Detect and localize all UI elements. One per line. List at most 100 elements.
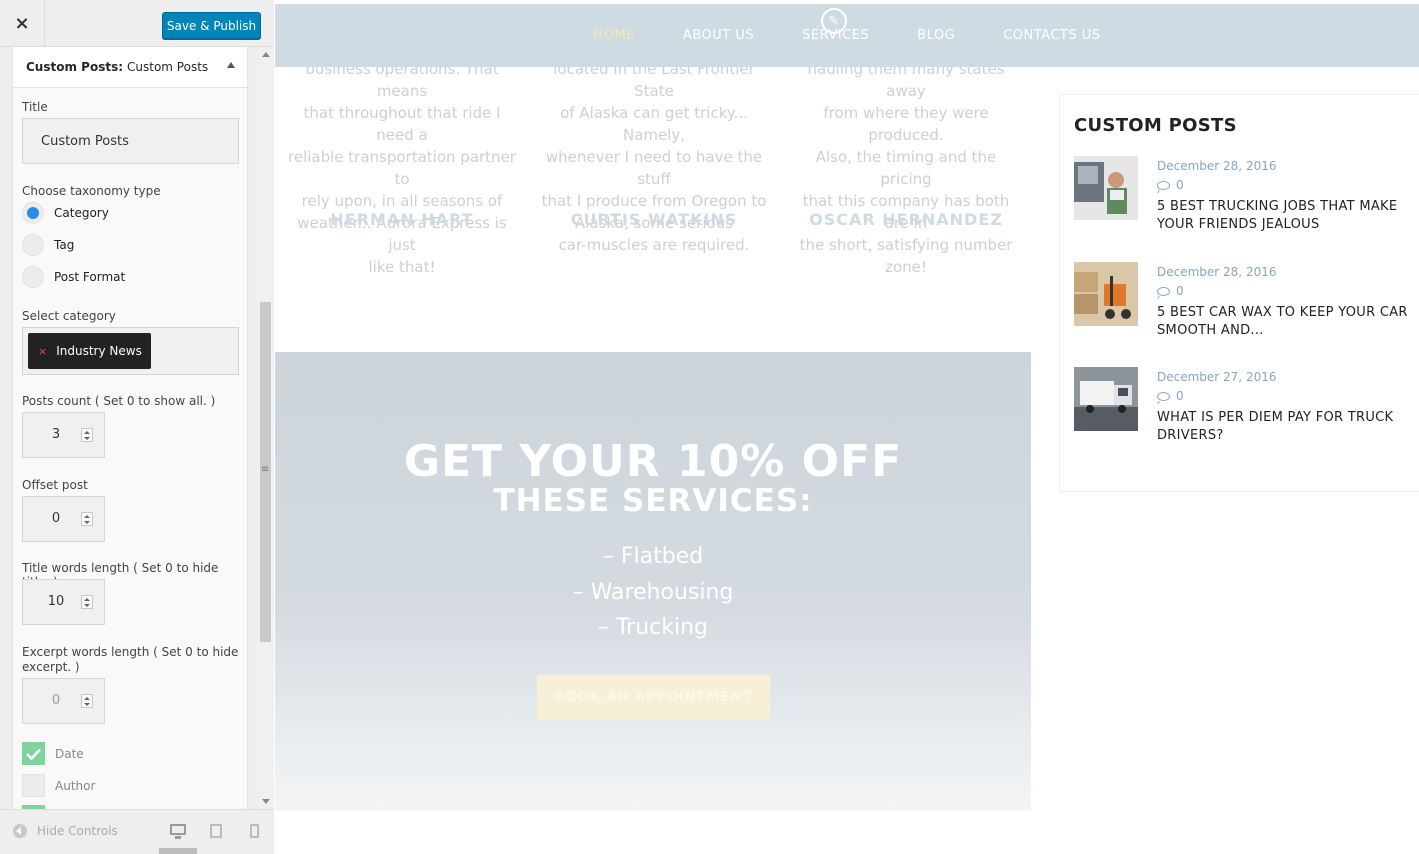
offset-label: Offset post: [22, 478, 88, 492]
post-thumbnail[interactable]: [1074, 156, 1138, 220]
checkbox-label: Author: [55, 778, 96, 793]
site-navigation: HOME ABOUT US SERVICES BLOG CONTACTS US …: [275, 4, 1419, 67]
posts-count-label: Posts count ( Set 0 to show all. ): [22, 394, 216, 408]
radio-label: Post Format: [54, 270, 126, 284]
radio-category[interactable]: Category: [22, 202, 109, 224]
taxonomy-label: Choose taxonomy type: [22, 184, 161, 198]
category-select[interactable]: × Industry News: [22, 327, 239, 375]
testimonial-line: the short, satisfying number: [799, 236, 1013, 254]
radio-label: Category: [54, 206, 109, 220]
site-preview: business operations. That means that thr…: [275, 0, 1419, 854]
checkbox-checked[interactable]: [22, 742, 45, 765]
post-date: December 28, 2016: [1157, 159, 1277, 173]
collapse-icon: [13, 824, 27, 838]
offset-stepper[interactable]: 0: [22, 496, 105, 542]
nav-contacts-us[interactable]: CONTACTS US: [1003, 28, 1100, 43]
testimonial-3: hauling them many states away from where…: [792, 58, 1020, 278]
promo-subheading: THESE SERVICES:: [493, 483, 813, 519]
promo-item: – Trucking: [597, 615, 709, 640]
title-input[interactable]: Custom Posts: [22, 118, 239, 164]
title-words-stepper[interactable]: 10: [22, 579, 105, 625]
close-icon[interactable]: ×: [0, 0, 45, 47]
radio-label: Tag: [54, 238, 75, 252]
post-date: December 28, 2016: [1157, 265, 1277, 279]
post-comments[interactable]: 0: [1157, 178, 1184, 192]
testimonial-line: zone!: [885, 258, 927, 276]
radio-button-selected[interactable]: [22, 202, 44, 224]
active-device-indicator: [159, 848, 197, 854]
panel-title-type: Custom Posts:: [26, 60, 124, 74]
grip-icon: ≡: [261, 464, 270, 475]
comment-count: 0: [1176, 389, 1184, 403]
radio-button[interactable]: [22, 266, 44, 288]
testimonial-line: from where they were produced.: [823, 104, 989, 144]
testimonial-author: OSCAR HERNANDEZ: [809, 210, 1003, 229]
title-label: Title: [22, 100, 48, 114]
nav-about-us[interactable]: ABOUT US: [683, 28, 754, 43]
category-chip[interactable]: × Industry News: [28, 333, 151, 369]
panel-title-name: Custom Posts: [127, 60, 209, 74]
scroll-up-icon[interactable]: [262, 52, 270, 57]
radio-post-format[interactable]: Post Format: [22, 266, 125, 288]
widget-title: CUSTOM POSTS: [1074, 115, 1237, 136]
promo-section: GET YOUR 10% OFF THESE SERVICES: – Flatb…: [275, 352, 1031, 811]
widget-panel: Custom Posts: Custom Posts Title Custom …: [12, 47, 248, 809]
date-checkbox-row[interactable]: Date: [22, 742, 84, 765]
posts-count-value: 3: [51, 427, 61, 442]
testimonial-line: car-muscles are required.: [558, 236, 750, 254]
testimonial-line: Also, the timing and the pricing: [815, 148, 997, 188]
edit-pencil-icon[interactable]: ✎: [821, 8, 847, 34]
testimonial-line: like that!: [368, 258, 436, 276]
testimonial-line: rely upon, in all seasons of: [301, 192, 503, 210]
promo-item: – Flatbed: [602, 544, 704, 569]
remove-chip-icon[interactable]: ×: [38, 345, 47, 358]
spinner-arrows-icon[interactable]: [81, 694, 93, 708]
testimonial-line: whenever I need to have the stuff: [545, 148, 763, 188]
title-words-value: 10: [47, 594, 65, 609]
nav-blog[interactable]: BLOG: [917, 28, 955, 43]
desktop-icon[interactable]: [170, 824, 186, 839]
testimonial-author: HERMAN HART: [330, 210, 474, 229]
spinner-arrows-icon[interactable]: [81, 428, 93, 442]
post-title[interactable]: WHAT IS PER DIEM PAY FOR TRUCK DRIVERS?: [1157, 409, 1409, 445]
nav-home[interactable]: HOME: [593, 28, 634, 43]
sidebar-scrollbar[interactable]: ≡: [258, 47, 274, 809]
tablet-icon[interactable]: [210, 824, 222, 838]
save-publish-button[interactable]: Save & Publish: [162, 12, 261, 39]
comment-count: 0: [1176, 178, 1184, 192]
excerpt-label-line2: excerpt. ): [22, 660, 80, 674]
category-label: Select category: [22, 309, 116, 323]
post-date: December 27, 2016: [1157, 370, 1277, 384]
spinner-arrows-icon[interactable]: [81, 595, 93, 609]
sidebar-footer: Hide Controls: [0, 809, 274, 854]
offset-value: 0: [51, 511, 61, 526]
promo-item: – Warehousing: [572, 580, 734, 605]
checkbox[interactable]: [22, 774, 45, 797]
radio-tag[interactable]: Tag: [22, 234, 74, 256]
post-comments[interactable]: 0: [1157, 389, 1184, 403]
post-title[interactable]: 5 BEST CAR WAX TO KEEP YOUR CAR SMOOTH A…: [1157, 304, 1409, 340]
comment-count: 0: [1176, 284, 1184, 298]
post-thumbnail[interactable]: [1074, 367, 1138, 431]
chip-label: Industry News: [56, 344, 142, 358]
radio-button[interactable]: [22, 234, 44, 256]
checkmark-icon: [26, 748, 41, 760]
custom-posts-widget: CUSTOM POSTS December 28, 2016 0 5 BEST …: [1059, 94, 1419, 492]
post-thumbnail[interactable]: [1074, 262, 1138, 326]
posts-count-stepper[interactable]: 3: [22, 412, 105, 458]
author-checkbox-row[interactable]: Author: [22, 774, 95, 797]
post-comments[interactable]: 0: [1157, 284, 1184, 298]
book-appointment-button[interactable]: BOOK AN APPOINTMENT: [537, 675, 770, 720]
panel-header[interactable]: Custom Posts: Custom Posts: [13, 47, 247, 88]
excerpt-stepper[interactable]: 0: [22, 678, 105, 724]
post-title[interactable]: 5 BEST TRUCKING JOBS THAT MAKE YOUR FRIE…: [1157, 198, 1409, 234]
testimonial-1: business operations. That means that thr…: [288, 58, 516, 278]
hide-controls-button[interactable]: Hide Controls: [13, 824, 118, 838]
hide-controls-label: Hide Controls: [37, 824, 118, 838]
comment-icon: [1157, 391, 1170, 401]
checkbox-label: Date: [55, 746, 84, 761]
spinner-arrows-icon[interactable]: [81, 512, 93, 526]
mobile-icon[interactable]: [250, 824, 259, 838]
collapse-arrow-icon[interactable]: [227, 62, 235, 68]
scroll-down-icon[interactable]: [262, 799, 270, 804]
